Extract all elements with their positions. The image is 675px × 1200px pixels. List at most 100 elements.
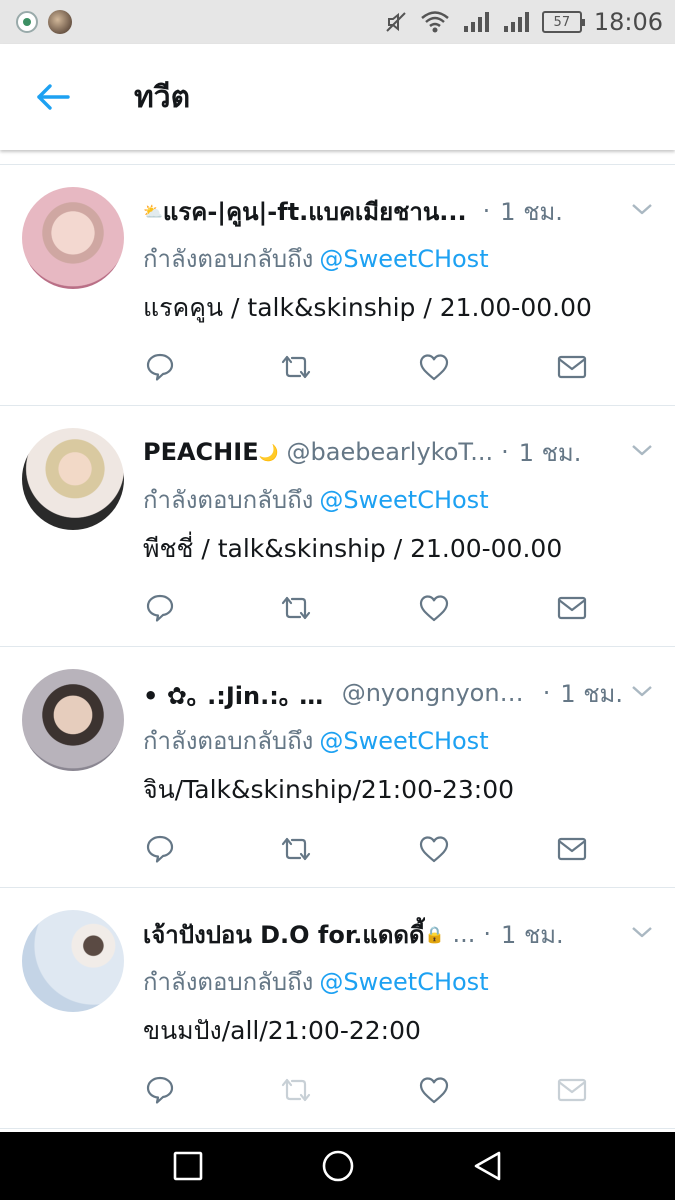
- dm-icon: [557, 837, 587, 861]
- reply-button[interactable]: [143, 833, 177, 865]
- back-icon: [474, 1151, 501, 1181]
- tweet-text: ขนมปัง/all/21:00-22:00: [143, 1016, 421, 1045]
- like-button[interactable]: [417, 592, 451, 624]
- reply-button[interactable]: [143, 351, 177, 383]
- display-name[interactable]: แรค-|คูน|-ft.แบคเมียชาน...: [163, 193, 467, 229]
- user-handle[interactable]: ...: [453, 920, 476, 948]
- like-button[interactable]: [417, 1074, 451, 1106]
- display-name[interactable]: PEACHIE: [143, 438, 259, 466]
- reply-context: กำลังตอบกลับถึง @SweetCHost: [143, 239, 489, 278]
- status-bar: 57 18:06: [0, 0, 675, 44]
- retweet-icon: [281, 355, 311, 379]
- reply-icon: [146, 594, 174, 622]
- retweet-button[interactable]: [279, 592, 313, 624]
- mention-link[interactable]: @SweetCHost: [319, 245, 488, 273]
- separator-dot: ·: [482, 197, 491, 225]
- reply-context: กำลังตอบกลับถึง @SweetCHost: [143, 721, 489, 760]
- tweet-item[interactable]: PEACHIE 🌙 @baebearlykoT... · 1 ชม. กำลัง…: [0, 406, 675, 647]
- timestamp: 1 ชม.: [518, 438, 582, 467]
- reply-prefix: กำลังตอบกลับถึง: [143, 486, 314, 514]
- signal-icon-2: [503, 12, 529, 32]
- tweet-text: จิน/Talk&skinship/21:00-23:00: [143, 775, 515, 804]
- clock: 18:06: [593, 8, 663, 36]
- user-handle[interactable]: @baebearlykoT...: [287, 438, 494, 466]
- status-indicators: 57 18:06: [384, 8, 675, 36]
- chevron-down-icon[interactable]: [630, 922, 654, 942]
- recent-apps-button[interactable]: [170, 1148, 206, 1184]
- retweet-icon: [281, 1078, 311, 1102]
- avatar[interactable]: [22, 669, 124, 771]
- dm-button[interactable]: [555, 833, 589, 865]
- reply-context: กำลังตอบกลับถึง @SweetCHost: [143, 480, 489, 519]
- home-button[interactable]: [320, 1148, 356, 1184]
- system-back-button[interactable]: [470, 1148, 506, 1184]
- display-name[interactable]: • ✿｡ .:Jin.:｡ ✿•: [143, 676, 334, 711]
- reply-context: กำลังตอบกลับถึง @SweetCHost: [143, 962, 489, 1001]
- reply-icon: [146, 1076, 174, 1104]
- user-handle[interactable]: @nyongnyongyi: [342, 679, 535, 707]
- separator-dot: ·: [501, 438, 509, 466]
- like-button[interactable]: [417, 833, 451, 865]
- avatar[interactable]: [22, 187, 124, 289]
- retweet-button: [279, 1074, 313, 1106]
- tweet-actions: [143, 592, 603, 624]
- status-notifications: [0, 10, 72, 34]
- timestamp: 1 ชม.: [500, 197, 563, 226]
- tweet-header: PEACHIE 🌙 @baebearlykoT... · 1 ชม.: [143, 434, 623, 470]
- app-header: ทวีต: [0, 44, 675, 150]
- tweet-item[interactable]: เจ้าปังปอน D.O for.แดดดี้ 🔒 ... · 1 ชม. …: [0, 888, 675, 1129]
- mention-link[interactable]: @SweetCHost: [319, 968, 488, 996]
- dm-icon: [557, 355, 587, 379]
- chevron-down-icon[interactable]: [630, 681, 654, 701]
- dm-icon: [557, 596, 587, 620]
- mute-icon: [386, 12, 406, 32]
- avatar[interactable]: [22, 910, 124, 1012]
- dm-button: [555, 1074, 589, 1106]
- tweet-text: พีชชี่ / talk&skinship / 21.00-00.00: [143, 534, 563, 563]
- tweet-header: ⛅ แรค-|คูน|-ft.แบคเมียชาน... · 1 ชม.: [143, 193, 623, 229]
- reply-button[interactable]: [143, 1074, 177, 1106]
- tweet-text: แรคคูน / talk&skinship / 21.00-00.00: [143, 293, 592, 322]
- dm-button[interactable]: [555, 351, 589, 383]
- wifi-icon: [421, 11, 449, 33]
- chevron-down-icon[interactable]: [630, 440, 654, 460]
- reply-icon: [146, 353, 174, 381]
- app-notification-icon: [16, 11, 38, 33]
- dm-icon: [557, 1078, 587, 1102]
- reply-button[interactable]: [143, 592, 177, 624]
- tweet-actions: [143, 833, 603, 865]
- tweet-header: เจ้าปังปอน D.O for.แดดดี้ 🔒 ... · 1 ชม.: [143, 916, 623, 952]
- mention-link[interactable]: @SweetCHost: [319, 727, 488, 755]
- like-icon: [419, 595, 449, 622]
- retweet-button[interactable]: [279, 833, 313, 865]
- mention-link[interactable]: @SweetCHost: [319, 486, 488, 514]
- reply-icon: [146, 835, 174, 863]
- timestamp: 1 ชม.: [501, 920, 564, 949]
- battery-icon: 57: [541, 11, 585, 33]
- like-icon: [419, 836, 449, 863]
- display-name[interactable]: เจ้าปังปอน D.O for.แดดดี้: [143, 916, 425, 952]
- chevron-down-icon[interactable]: [630, 199, 654, 219]
- home-icon: [322, 1150, 354, 1182]
- tweet-list: ⛅ แรค-|คูน|-ft.แบคเมียชาน... · 1 ชม. กำล…: [0, 164, 675, 1129]
- back-button[interactable]: [0, 44, 108, 150]
- separator-dot: ·: [542, 679, 551, 707]
- tweet-item[interactable]: ⛅ แรค-|คูน|-ft.แบคเมียชาน... · 1 ชม. กำล…: [0, 165, 675, 406]
- lock-icon: 🔒: [424, 924, 445, 944]
- tweet-actions: [143, 1074, 603, 1106]
- weather-emoji-icon: ⛅: [143, 201, 163, 221]
- system-nav-bar: [0, 1132, 675, 1200]
- dm-button[interactable]: [555, 592, 589, 624]
- retweet-icon: [281, 596, 311, 620]
- reply-prefix: กำลังตอบกลับถึง: [143, 727, 314, 755]
- page-title: ทวีต: [134, 79, 191, 115]
- retweet-button[interactable]: [279, 351, 313, 383]
- tweet-actions: [143, 351, 603, 383]
- like-button[interactable]: [417, 351, 451, 383]
- avatar[interactable]: [22, 428, 124, 530]
- moon-emoji-icon: 🌙: [258, 442, 279, 462]
- timestamp: 1 ชม.: [560, 679, 623, 708]
- reply-prefix: กำลังตอบกลับถึง: [143, 245, 314, 273]
- tweet-item[interactable]: • ✿｡ .:Jin.:｡ ✿• @nyongnyongyi · 1 ชม. ก…: [0, 647, 675, 888]
- battery-level: 57: [553, 14, 571, 30]
